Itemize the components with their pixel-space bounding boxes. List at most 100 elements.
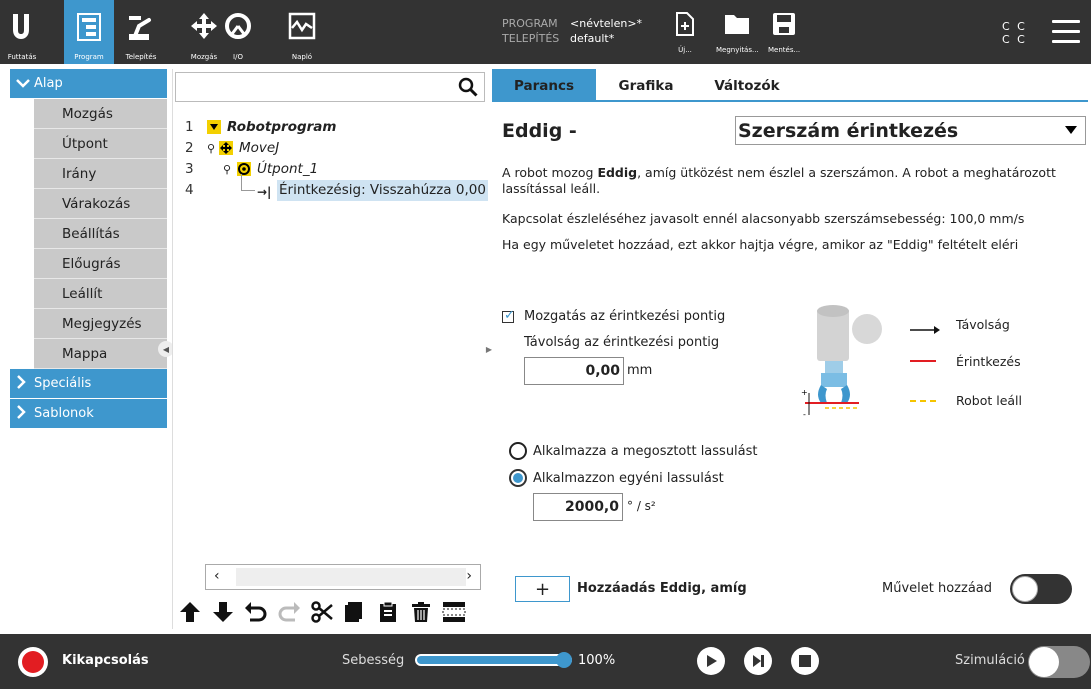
search-icon[interactable] — [458, 77, 478, 101]
tree-search-input[interactable] — [175, 72, 485, 102]
node-item-2[interactable]: Irány — [34, 159, 167, 189]
undo-button[interactable] — [241, 597, 271, 627]
tab-variables[interactable]: Változók — [702, 69, 792, 102]
distance-input[interactable]: 0,00 — [524, 357, 624, 385]
tree-toolbar — [173, 595, 485, 629]
category-templates-label: Sablonok — [34, 406, 94, 421]
simulation-toggle[interactable] — [1028, 646, 1090, 678]
nav-installation-button[interactable]: Telepítés — [118, 0, 164, 64]
tree-row-label: Útpont_1 — [257, 161, 319, 177]
tab-graphics[interactable]: Grafika — [604, 69, 688, 102]
distance-unit: mm — [627, 363, 653, 378]
paste-button[interactable] — [373, 597, 403, 627]
node-item-3[interactable]: Várakozás — [34, 189, 167, 219]
category-basic[interactable]: Alap — [10, 69, 167, 98]
node-item-6[interactable]: Leállít — [34, 279, 167, 309]
stop-button[interactable] — [791, 647, 819, 675]
suppress-button[interactable] — [439, 597, 469, 627]
node-item-5[interactable]: Előugrás — [34, 249, 167, 279]
ur-logo-icon — [11, 12, 33, 44]
chevron-down-icon — [16, 77, 34, 91]
move-up-button[interactable] — [175, 597, 205, 627]
chevron-right-icon — [16, 375, 34, 392]
description-text: A robot mozog Eddig, amíg ütközést nem é… — [502, 165, 1062, 197]
step-icon — [753, 655, 764, 667]
speed-value: 100% — [578, 653, 616, 668]
add-action-toggle[interactable] — [1010, 574, 1072, 604]
redo-icon — [278, 602, 300, 622]
save-file-label: Mentés... — [768, 46, 801, 54]
category-special[interactable]: Speciális — [10, 369, 167, 398]
node-item-8[interactable]: Mappa — [34, 339, 167, 369]
step-button[interactable] — [744, 647, 772, 675]
cut-button[interactable] — [307, 597, 337, 627]
action-hint-text: Ha egy műveletet hozzáad, ezt akkor hajt… — [502, 237, 1019, 252]
distance-label: Távolság az érintkezési pontig — [524, 335, 720, 350]
radio-selected-icon[interactable] — [509, 469, 527, 487]
contact-illustration: + - — [787, 299, 897, 423]
until-type-dropdown[interactable]: Szerszám érintkezés — [735, 116, 1086, 145]
node-item-0[interactable]: Mozgás — [34, 99, 167, 129]
new-file-icon — [676, 12, 694, 40]
node-item-1[interactable]: Útpont — [34, 129, 167, 159]
tree-pin-icon: ⚲ — [207, 142, 216, 155]
top-bar: Futtatás Program Telepítés Mozgás I/O Na… — [0, 0, 1091, 64]
paste-icon — [380, 601, 396, 622]
tree-horizontal-scrollbar[interactable]: ‹ › — [205, 564, 481, 590]
speed-slider[interactable] — [415, 652, 572, 668]
add-until-label: Hozzáadás Eddig, amíg — [577, 581, 747, 596]
radio-custom-deceleration[interactable]: Alkalmazzon egyéni lassulást — [509, 469, 724, 487]
tree-row-number: 2 — [185, 140, 194, 156]
svg-text:+: + — [801, 388, 808, 397]
move-down-button[interactable] — [208, 597, 238, 627]
power-button[interactable] — [18, 647, 48, 677]
scroll-right-icon[interactable]: › — [466, 568, 472, 584]
chevron-right-icon — [16, 405, 34, 422]
installation-key: TELEPÍTÉS — [502, 32, 560, 45]
caret-down-icon — [1065, 126, 1077, 134]
nav-run-button[interactable]: Futtatás — [0, 0, 44, 64]
new-file-label: Új... — [678, 46, 692, 54]
category-templates[interactable]: Sablonok — [10, 399, 167, 428]
command-panel: Parancs Grafika Változók Eddig - Szerszá… — [492, 69, 1088, 629]
delete-button[interactable] — [406, 597, 436, 627]
play-button[interactable] — [697, 647, 725, 675]
new-file-button[interactable]: Új... — [676, 12, 694, 54]
nav-log-button[interactable]: Napló — [282, 0, 322, 64]
scroll-left-icon[interactable]: ‹ — [214, 568, 220, 584]
program-name: <névtelen>* — [570, 17, 643, 30]
nav-installation-label: Telepítés — [125, 53, 157, 61]
legend-contact-line — [910, 360, 936, 362]
cc-indicator: C C C C — [1002, 20, 1027, 46]
save-file-button[interactable]: Mentés... — [768, 12, 800, 54]
tree-row-label: Érintkezésig: Visszahúzza 0,00 — [277, 180, 488, 201]
hamburger-menu-icon[interactable] — [1052, 20, 1080, 50]
nav-log-label: Napló — [291, 53, 313, 61]
radio-shared-deceleration[interactable]: Alkalmazza a megosztott lassulást — [509, 442, 758, 460]
undo-icon — [245, 602, 267, 622]
category-special-label: Speciális — [34, 376, 92, 391]
open-file-button[interactable]: Megnyitás... — [716, 12, 759, 54]
log-chart-icon — [288, 12, 316, 44]
command-tabs: Parancs Grafika Változók — [492, 69, 1088, 102]
desc-keyword: Eddig — [597, 165, 638, 180]
node-item-7[interactable]: Megjegyzés — [34, 309, 167, 339]
add-until-button[interactable]: + — [515, 576, 570, 602]
speed-slider-knob[interactable] — [556, 652, 572, 668]
legend-distance: Távolság — [956, 317, 1010, 332]
nav-io-button[interactable]: I/O — [218, 0, 258, 64]
deceleration-input[interactable]: 2000,0 — [533, 493, 623, 521]
redo-button[interactable] — [274, 597, 304, 627]
radio-unselected-icon[interactable] — [509, 442, 527, 460]
nav-program-button[interactable]: Program — [64, 0, 114, 64]
scrollbar-thumb[interactable] — [236, 568, 466, 586]
move-to-contact-checkbox[interactable]: ✓ Mozgatás az érintkezési pontig — [502, 308, 725, 324]
copy-button[interactable] — [340, 597, 370, 627]
tab-command[interactable]: Parancs — [492, 69, 596, 102]
installation-name: default* — [570, 32, 615, 45]
node-item-4[interactable]: Beállítás — [34, 219, 167, 249]
move-arrows-icon — [190, 12, 218, 44]
checkbox-icon[interactable]: ✓ — [502, 308, 515, 323]
cc-line-1: C C — [1002, 20, 1027, 33]
program-tree-icon — [76, 12, 102, 46]
